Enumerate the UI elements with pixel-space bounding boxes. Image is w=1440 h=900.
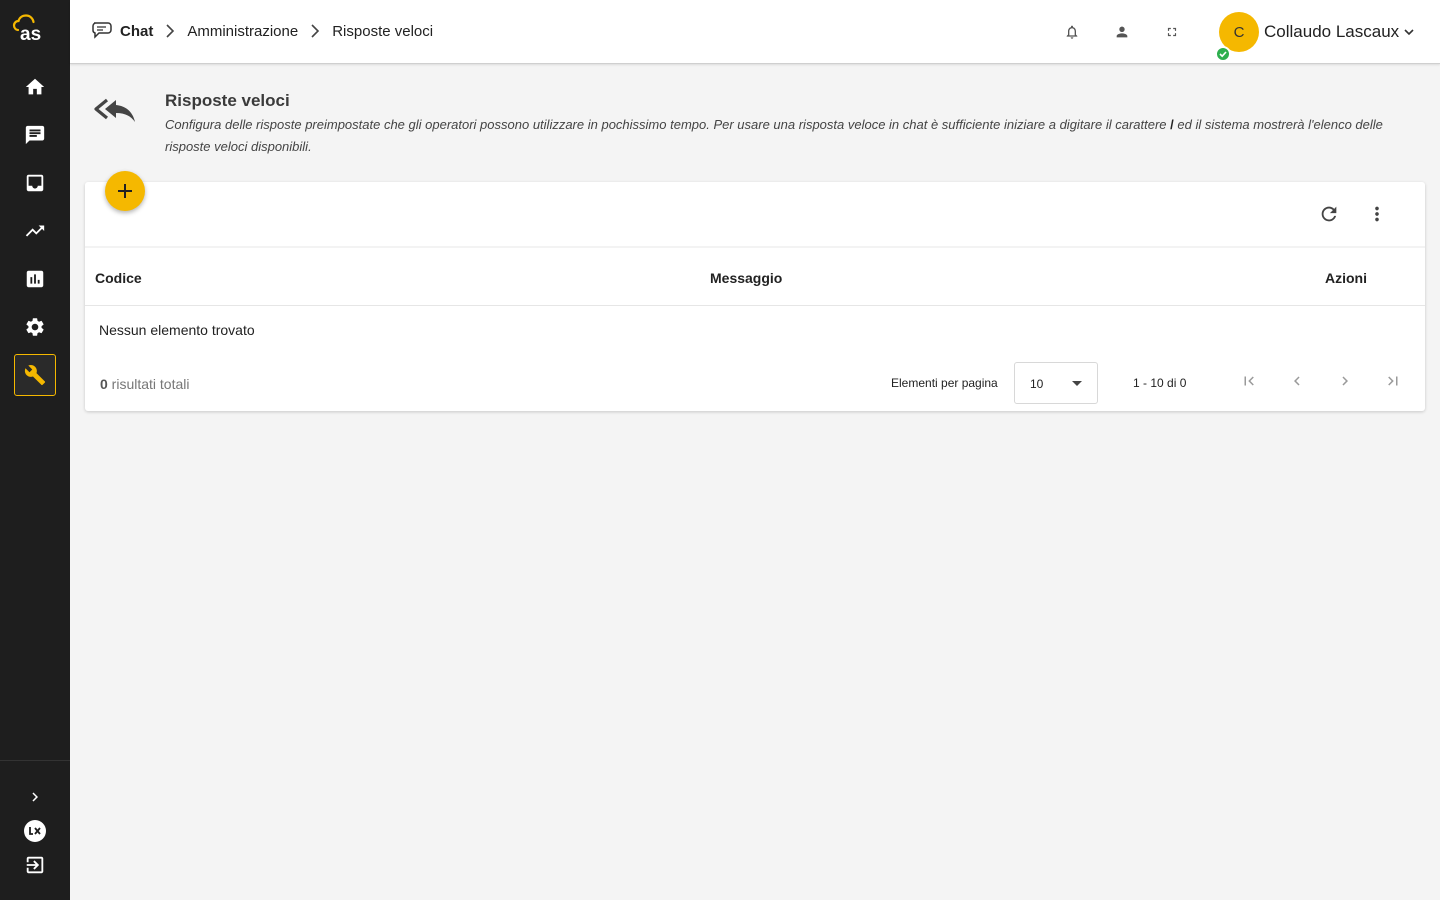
- last-page-icon: [1388, 376, 1398, 386]
- sidebar-item-settings[interactable]: [14, 306, 56, 348]
- refresh-button[interactable]: [1317, 202, 1341, 226]
- column-header-codice[interactable]: Codice: [95, 270, 142, 286]
- sidebar-expand-button[interactable]: [14, 782, 56, 812]
- svg-text:as: as: [20, 24, 41, 45]
- total-results: 0 risultati totali: [100, 376, 190, 392]
- reply-all-icon: [94, 98, 135, 122]
- refresh-icon: [1321, 206, 1337, 222]
- sidebar-item-chat[interactable]: [14, 114, 56, 156]
- breadcrumb-separator-icon: [311, 24, 320, 38]
- wrench-icon: [24, 365, 46, 386]
- user-name[interactable]: Collaudo Lascaux: [1264, 22, 1399, 42]
- sidebar-divider: [0, 760, 70, 761]
- chat-bubbles-icon: [92, 22, 112, 39]
- chevron-right-icon: [32, 792, 38, 802]
- profile-button[interactable]: [1112, 22, 1132, 42]
- settings-gear-icon: [26, 318, 44, 336]
- bell-icon: [1066, 25, 1078, 39]
- chevron-right-icon: [1342, 376, 1348, 386]
- notifications-button[interactable]: [1062, 22, 1082, 42]
- chevron-left-icon: [1294, 376, 1300, 386]
- page-description: Configura delle risposte preimpostate ch…: [165, 114, 1385, 158]
- fullscreen-icon: [1167, 27, 1177, 37]
- avatar-initial: C: [1233, 23, 1245, 41]
- previous-page-button[interactable]: [1288, 372, 1306, 390]
- trending-up-icon: [25, 225, 45, 237]
- fullscreen-button[interactable]: [1162, 22, 1182, 42]
- per-page-label: Elementi per pagina: [891, 376, 998, 390]
- person-icon: [1116, 26, 1128, 38]
- chat-icon: [25, 125, 45, 145]
- header-divider: [85, 305, 1425, 306]
- sidebar-item-trends[interactable]: [14, 210, 56, 252]
- last-page-button[interactable]: [1384, 372, 1402, 390]
- sidebar-item-home[interactable]: [14, 66, 56, 108]
- dropdown-caret-icon: [1072, 381, 1082, 386]
- pagination-range: 1 - 10 di 0: [1133, 376, 1187, 390]
- logout-icon: [26, 856, 44, 874]
- home-icon: [25, 78, 45, 95]
- lx-brand-icon: [24, 820, 46, 842]
- per-page-select[interactable]: 10: [1014, 362, 1098, 404]
- logout-button[interactable]: [14, 850, 56, 880]
- plus-icon: [118, 184, 132, 198]
- breadcrumb-separator-icon: [166, 24, 175, 38]
- per-page-value: 10: [1030, 377, 1044, 391]
- top-header: Chat Amministrazione Risposte veloci C C…: [70, 0, 1440, 64]
- first-page-button[interactable]: [1240, 372, 1258, 390]
- online-status-icon: [1215, 46, 1231, 62]
- breadcrumb-chat[interactable]: Chat: [120, 23, 153, 40]
- page-title: Risposte veloci: [165, 91, 290, 110]
- app-logo[interactable]: as: [12, 14, 58, 46]
- first-page-icon: [1244, 376, 1254, 386]
- empty-table-message: Nessun elemento trovato: [99, 322, 255, 338]
- chevron-down-icon[interactable]: [1403, 26, 1415, 38]
- breadcrumb-risposte-veloci: Risposte veloci: [332, 22, 434, 40]
- sidebar: as: [0, 0, 70, 900]
- add-quick-reply-button[interactable]: [105, 171, 145, 211]
- sidebar-item-inbox[interactable]: [14, 162, 56, 204]
- total-results-count: 0: [100, 376, 108, 392]
- more-options-button[interactable]: [1365, 202, 1389, 226]
- breadcrumb: Chat Amministrazione Risposte veloci: [90, 20, 433, 42]
- breadcrumb-amministrazione[interactable]: Amministrazione: [187, 23, 298, 40]
- sidebar-brand-button[interactable]: [14, 816, 56, 846]
- sidebar-item-reports[interactable]: [14, 258, 56, 300]
- column-header-messaggio[interactable]: Messaggio: [710, 270, 782, 286]
- inbox-icon: [26, 174, 44, 192]
- bar-chart-icon: [26, 270, 44, 288]
- sidebar-item-tools[interactable]: [14, 354, 56, 396]
- more-vert-icon: [1375, 206, 1379, 222]
- next-page-button[interactable]: [1336, 372, 1354, 390]
- column-header-azioni: Azioni: [1325, 270, 1367, 286]
- page-description-part-1: Configura delle risposte preimpostate ch…: [165, 117, 1171, 132]
- total-results-label: risultati totali: [107, 376, 190, 392]
- toolbar-divider: [85, 246, 1425, 248]
- quick-replies-card: Codice Messaggio Azioni Nessun elemento …: [85, 182, 1425, 411]
